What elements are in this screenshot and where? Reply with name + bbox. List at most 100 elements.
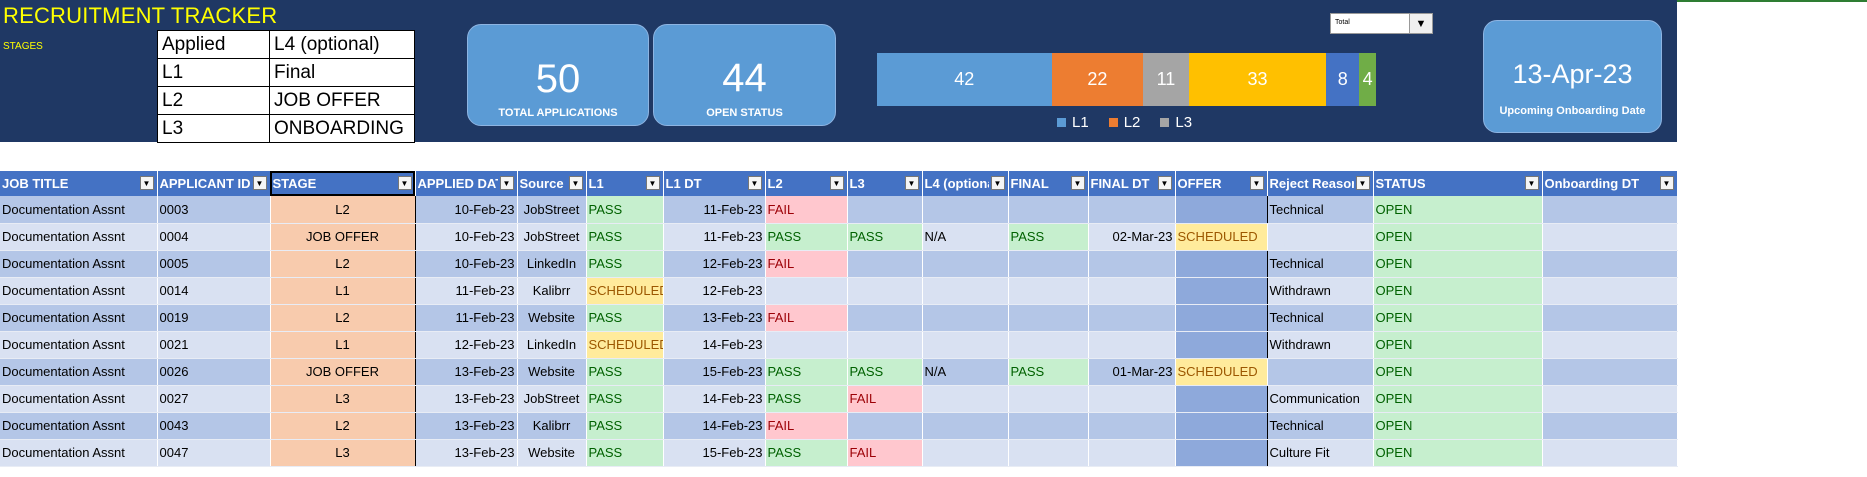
column-header[interactable]: STAGE ▼ — [270, 171, 416, 196]
stage-legend-cell[interactable]: L1 — [157, 58, 270, 87]
table-cell[interactable]: L3 — [269, 439, 416, 467]
filter-dropdown-icon[interactable]: ▼ — [904, 176, 919, 190]
filter-dropdown-icon[interactable]: ▼ — [499, 176, 514, 190]
table-cell[interactable]: PASS — [586, 412, 664, 440]
table-cell[interactable]: L2 — [269, 412, 416, 440]
table-cell[interactable]: Documentation Assnt — [0, 250, 158, 278]
table-cell[interactable]: FAIL — [847, 439, 923, 467]
table-cell[interactable] — [1542, 196, 1678, 224]
table-cell[interactable] — [1542, 331, 1678, 359]
stage-legend-cell[interactable]: Final — [269, 58, 415, 87]
table-cell[interactable]: 14-Feb-23 — [663, 331, 766, 359]
table-cell[interactable]: 11-Feb-23 — [415, 304, 518, 332]
filter-dropdown-icon[interactable]: ▼ — [139, 176, 154, 190]
filter-dropdown-icon[interactable]: ▼ — [252, 176, 267, 190]
column-header[interactable]: L3 ▼ — [847, 171, 923, 196]
table-cell[interactable] — [922, 385, 1009, 413]
table-cell[interactable]: 11-Feb-23 — [415, 277, 518, 305]
filter-dropdown-icon[interactable]: ▼ — [1070, 176, 1085, 190]
table-cell[interactable]: Culture Fit — [1267, 439, 1374, 467]
table-cell[interactable]: 12-Feb-23 — [415, 331, 518, 359]
filter-dropdown-icon[interactable]: ▼ — [1659, 176, 1674, 190]
table-cell[interactable] — [1008, 304, 1089, 332]
table-cell[interactable] — [1267, 358, 1374, 386]
table-cell[interactable] — [1088, 304, 1176, 332]
table-cell[interactable] — [1174, 250, 1268, 278]
table-cell[interactable]: Documentation Assnt — [0, 412, 158, 440]
table-cell[interactable] — [1088, 412, 1176, 440]
table-cell[interactable] — [1008, 277, 1089, 305]
table-cell[interactable]: PASS — [586, 223, 664, 251]
filter-dropdown-icon[interactable]: ▼ — [1157, 176, 1172, 190]
table-cell[interactable]: L2 — [269, 304, 416, 332]
table-cell[interactable] — [765, 277, 848, 305]
table-cell[interactable]: Documentation Assnt — [0, 277, 158, 305]
table-cell[interactable]: 0021 — [157, 331, 271, 359]
table-cell[interactable]: SCHEDULED- — [586, 277, 664, 305]
table-cell[interactable]: LinkedIn — [517, 250, 587, 278]
table-cell[interactable] — [847, 412, 923, 440]
table-cell[interactable]: 10-Feb-23 — [415, 223, 518, 251]
table-cell[interactable]: JOB OFFER — [269, 358, 416, 386]
table-cell[interactable] — [922, 196, 1009, 224]
table-cell[interactable] — [1088, 250, 1176, 278]
table-cell[interactable] — [1542, 412, 1678, 440]
table-cell[interactable]: 13-Feb-23 — [415, 439, 518, 467]
table-cell[interactable]: L3 — [269, 385, 416, 413]
table-cell[interactable] — [847, 304, 923, 332]
table-cell[interactable]: Documentation Assnt — [0, 439, 158, 467]
table-cell[interactable]: 0027 — [157, 385, 271, 413]
table-cell[interactable] — [922, 412, 1009, 440]
bar-segment[interactable]: 4 — [1359, 53, 1376, 106]
table-cell[interactable]: 10-Feb-23 — [415, 196, 518, 224]
table-cell[interactable]: PASS — [765, 358, 848, 386]
table-cell[interactable]: 13-Feb-23 — [415, 412, 518, 440]
table-cell[interactable]: 13-Feb-23 — [415, 358, 518, 386]
table-cell[interactable]: SCHEDULED — [1175, 358, 1268, 386]
bar-segment[interactable]: 42 — [877, 53, 1052, 106]
filter-dropdown-icon[interactable]: ▼ — [1355, 176, 1370, 190]
table-cell[interactable]: L1 — [269, 277, 416, 305]
table-cell[interactable]: 0003 — [157, 196, 271, 224]
bar-segment[interactable]: 8 — [1326, 53, 1360, 106]
filter-dropdown-icon[interactable]: ▼ — [829, 176, 844, 190]
table-cell[interactable]: 0043 — [157, 412, 271, 440]
table-cell[interactable]: Documentation Assnt — [0, 223, 158, 251]
column-header[interactable]: STATUS ▼ — [1373, 171, 1543, 196]
table-cell[interactable] — [1174, 196, 1268, 224]
table-cell[interactable]: Documentation Assnt — [0, 358, 158, 386]
table-cell[interactable]: 0026 — [157, 358, 271, 386]
table-cell[interactable]: PASS — [765, 439, 848, 467]
table-cell[interactable] — [1174, 331, 1268, 359]
bar-segment[interactable]: 22 — [1051, 53, 1144, 106]
table-cell[interactable] — [1542, 439, 1678, 467]
table-cell[interactable]: PASS — [765, 223, 848, 251]
table-cell[interactable] — [1088, 439, 1176, 467]
table-cell[interactable]: OPEN — [1373, 331, 1543, 359]
table-cell[interactable]: Website — [517, 358, 587, 386]
table-cell[interactable]: PASS — [1008, 223, 1089, 251]
chevron-down-icon[interactable]: ▼ — [1409, 14, 1432, 33]
table-cell[interactable] — [1174, 439, 1268, 467]
column-header[interactable]: FINAL ▼ — [1008, 171, 1089, 196]
table-cell[interactable] — [1542, 223, 1678, 251]
table-cell[interactable] — [1088, 385, 1176, 413]
table-cell[interactable]: JobStreet — [517, 223, 587, 251]
table-cell[interactable]: FAIL — [765, 196, 848, 224]
table-cell[interactable] — [1542, 304, 1678, 332]
table-cell[interactable]: 14-Feb-23 — [663, 385, 766, 413]
table-cell[interactable] — [847, 277, 923, 305]
stage-legend-cell[interactable]: L2 — [157, 86, 270, 115]
table-cell[interactable]: OPEN — [1373, 196, 1543, 224]
table-cell[interactable]: Website — [517, 439, 587, 467]
table-cell[interactable] — [922, 304, 1009, 332]
table-cell[interactable]: OPEN — [1373, 223, 1543, 251]
stage-stacked-bar[interactable]: 42 22 11 33 8 4 — [877, 53, 1376, 106]
table-cell[interactable]: OPEN — [1373, 358, 1543, 386]
filter-dropdown-icon[interactable]: ▼ — [1524, 176, 1539, 190]
table-cell[interactable] — [1174, 304, 1268, 332]
filter-dropdown-icon[interactable]: ▼ — [397, 176, 412, 190]
table-cell[interactable]: Kalibrr — [517, 412, 587, 440]
table-cell[interactable] — [922, 277, 1009, 305]
table-cell[interactable] — [1088, 196, 1176, 224]
